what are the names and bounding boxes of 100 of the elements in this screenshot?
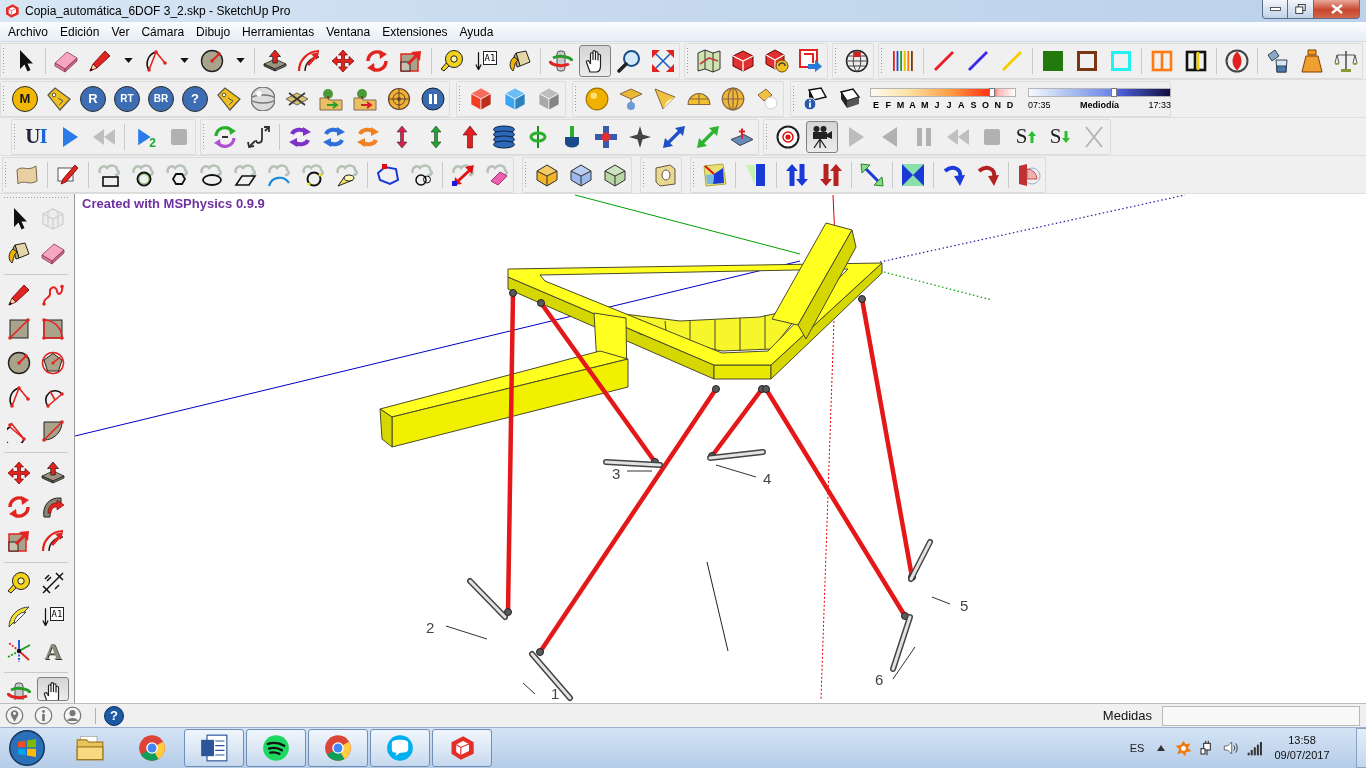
rectangle-icon [7,317,31,341]
folder-tree-icon [319,86,343,111]
leader-line [445,625,488,640]
square-hole-icon [653,162,677,187]
polygon-icon [41,351,65,375]
help-button[interactable]: ? [104,705,124,726]
close-button[interactable] [1314,0,1360,19]
lens-icon [1225,48,1249,73]
base-rod [529,651,573,701]
dimension-icon [41,571,65,595]
offset-icon [41,529,65,553]
package-icon [731,48,755,73]
diamond-circle-icon [755,86,779,111]
slider-thumb[interactable] [988,87,995,97]
clock-button[interactable]: 13:58 09/07/2017 [1270,730,1334,766]
push-pull-icon [41,461,65,485]
burst-icon [1174,739,1192,757]
taskbar-app-button[interactable] [246,729,306,767]
menu-item[interactable]: Archivo [2,22,54,41]
letter-button[interactable]: BR [148,85,174,112]
month-label: A [957,99,966,110]
plane-ball-icon [619,86,643,111]
restore-button[interactable] [1288,0,1314,19]
dotted-circle-icon [301,162,325,187]
menu-item[interactable]: Herramientas [236,22,321,41]
letter-button[interactable]: RT [114,85,140,112]
menu-item[interactable]: Ayuda [453,22,500,41]
language-indicator[interactable]: ES [1123,737,1151,759]
magnifier-icon [617,48,641,73]
base-rod [908,539,933,582]
date-slider-track[interactable] [870,87,1016,97]
start-button[interactable] [7,728,47,768]
toolbar-button[interactable] [806,120,838,153]
measurements-field[interactable] [1162,705,1360,726]
box-logo-icon [4,3,20,19]
toolbar-button[interactable]: A1 [37,601,69,633]
minimize-button[interactable] [1262,0,1288,19]
month-label: O [981,99,991,110]
leader-line [931,596,951,605]
menu-item[interactable]: Ver [105,22,136,41]
leader-line [626,470,653,472]
circle-pair-icon [410,162,434,187]
rotate-icon [7,495,31,519]
taskbar-app-button[interactable] [184,729,244,767]
pie-icon [41,419,65,443]
up-down-arrows-icon [785,162,809,187]
rotate-icon [365,48,389,73]
down-arrow-icon [474,51,482,70]
month-label: N [993,99,1002,110]
time-slider-track[interactable] [1028,87,1171,97]
joint [504,608,512,616]
globe-icon [845,48,869,73]
scale-icon [7,529,31,553]
credit-text: Created with MSPhysics 0.9.9 [82,196,265,211]
hourglass-icon [901,162,925,187]
leader-line [522,682,536,695]
hook-arrow-icon [247,124,271,149]
stripes-icon [891,48,915,73]
minimize-icon [1269,7,1281,11]
caret-icon [179,58,189,63]
menu-item[interactable]: Dibujo [190,22,237,41]
letter-button[interactable]: R [80,85,106,112]
grid-sphere-icon [721,86,745,111]
map-icon [697,48,721,73]
door-icon [1017,162,1041,187]
folder-icon [76,734,104,762]
toolbar-button[interactable]: UI [20,120,52,153]
squiggle-icon [41,283,65,307]
circle-arcs-icon [262,734,290,762]
menu-item[interactable]: Extensiones [376,22,454,41]
toolbar-button[interactable]: A1 [470,44,502,77]
tag-icon [217,86,241,111]
toolbar-button[interactable] [37,677,69,701]
caret-icon [123,58,133,63]
menu-item[interactable]: Cámara [135,22,191,41]
protractor-icon [7,605,31,629]
slider-thumb[interactable] [1110,87,1117,97]
ellipse-icon [199,162,223,187]
diagonal-arrow-icon [860,162,884,187]
toolbar-button[interactable] [579,44,611,77]
circle-icon [7,351,31,375]
joint [509,289,517,297]
chat-logo-icon [386,734,414,762]
restore-icon [1295,4,1306,14]
paint-bucket-icon [508,48,532,73]
window-title: Copia_automática_6DOF 3_2.skp - SketchUp Pro [25,4,291,18]
arrows-out-icon [651,48,675,73]
toolbar-button[interactable]: S [1044,120,1076,153]
menu-item[interactable]: Ventana [320,22,377,41]
diagonal-arrow-icon [451,162,475,187]
month-label: M [895,99,906,110]
letter-button[interactable]: M [12,85,38,112]
letter-button[interactable]: ? [182,85,208,112]
joint [858,295,866,303]
folder-tree-icon [353,86,377,111]
menu-item[interactable]: Edición [54,22,106,41]
caret-icon [235,58,245,63]
month-label: E [872,99,881,110]
browser-logo-icon [324,734,352,762]
toolbar-button[interactable]: S [1010,120,1042,153]
